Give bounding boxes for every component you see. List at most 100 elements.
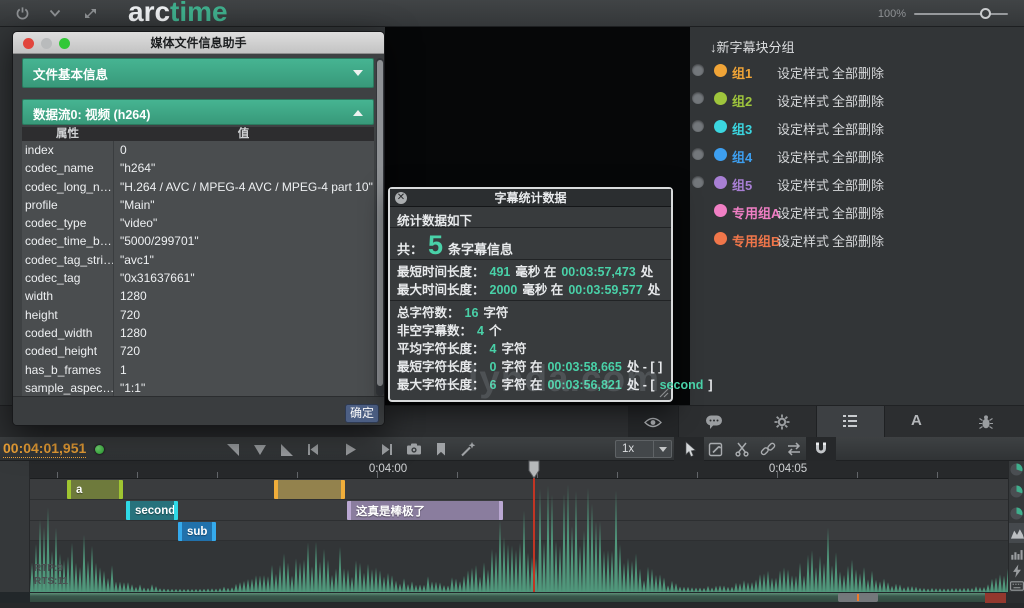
media-info-row[interactable]: codec_tag"0x31637661"	[22, 269, 374, 287]
media-info-row[interactable]: profile"Main"	[22, 196, 374, 214]
select-tool-button[interactable]	[674, 437, 704, 461]
tab-comments[interactable]	[705, 414, 723, 430]
close-traffic-light[interactable]	[23, 38, 34, 49]
delete-all-button[interactable]: 全部删除	[832, 119, 884, 138]
group-radio-button[interactable]	[692, 64, 704, 76]
set-style-button[interactable]: 设定样式	[777, 63, 829, 82]
set-style-button[interactable]: 设定样式	[777, 231, 829, 250]
scrollbar-thumb[interactable]	[377, 60, 383, 386]
playhead-marker[interactable]	[528, 460, 540, 479]
property-cell: codec_name	[22, 159, 113, 177]
zoom-slider[interactable]	[914, 13, 1008, 15]
scrollbar-thumb[interactable]	[838, 593, 878, 602]
subtitle-block[interactable]: second	[126, 501, 178, 520]
chevron-down-icon[interactable]	[49, 9, 61, 18]
media-info-row[interactable]: has_b_frames1	[22, 361, 374, 379]
bookmark-button[interactable]	[433, 441, 449, 457]
delete-all-button[interactable]: 全部删除	[832, 231, 884, 250]
delete-all-button[interactable]: 全部删除	[832, 63, 884, 82]
scissors-icon	[734, 441, 750, 457]
dialog-scrollbar[interactable]	[376, 58, 384, 396]
preview-visibility-tab[interactable]	[628, 406, 678, 438]
set-style-button[interactable]: 设定样式	[777, 175, 829, 194]
subtitle-block[interactable]: a	[67, 480, 123, 499]
subtitle-block[interactable]: 这真是棒极了	[347, 501, 503, 520]
spectrum-view-button[interactable]	[1010, 547, 1024, 561]
close-icon[interactable]: ✕	[395, 192, 407, 204]
media-info-row[interactable]: coded_height720	[22, 342, 374, 360]
quick-action-button[interactable]	[1010, 564, 1024, 578]
subtitle-block[interactable]: sub	[178, 522, 216, 541]
value-cell: "video"	[113, 214, 374, 232]
media-info-row[interactable]: index0	[22, 141, 374, 159]
skip-to-start-button[interactable]	[305, 441, 321, 457]
set-style-button[interactable]: 设定样式	[777, 147, 829, 166]
zoom-slider-handle[interactable]	[980, 8, 991, 19]
group-radio-button[interactable]	[692, 92, 704, 104]
mark-in-button[interactable]	[225, 441, 241, 457]
expand-icon[interactable]	[83, 6, 98, 21]
subtitle-block[interactable]	[274, 480, 345, 499]
playback-speed-dropdown[interactable]: 1x	[615, 440, 672, 458]
link-tool-button[interactable]	[760, 441, 776, 457]
delete-all-button[interactable]: 全部删除	[832, 175, 884, 194]
tab-font-style[interactable]: A	[911, 412, 922, 429]
group-radio-button[interactable]	[692, 148, 704, 160]
ok-button[interactable]: 确定	[345, 404, 379, 423]
file-info-section-header[interactable]: 文件基本信息	[22, 58, 374, 88]
cut-tool-button[interactable]	[734, 441, 750, 457]
scrollbar-end-marker	[985, 593, 1006, 603]
keyboard-icon	[1010, 581, 1024, 591]
table-header: 属性 值	[22, 127, 374, 141]
media-info-row[interactable]: codec_tag_stri…"avc1"	[22, 251, 374, 269]
property-cell: profile	[22, 196, 113, 214]
stat-segment: 16	[465, 306, 479, 320]
timeline-scrollbar[interactable]	[0, 592, 1024, 603]
set-style-button[interactable]: 设定样式	[777, 203, 829, 222]
magnet-snap-button[interactable]	[806, 437, 836, 461]
media-info-row[interactable]: codec_name"h264"	[22, 159, 374, 177]
tab-subtitle-list[interactable]	[842, 414, 858, 428]
current-timecode[interactable]: 00:04:01,951	[3, 440, 86, 458]
power-icon[interactable]	[15, 6, 30, 21]
media-info-row[interactable]: sample_aspec…"1:1"	[22, 379, 374, 396]
swap-tool-button[interactable]	[786, 441, 802, 457]
tab-debug[interactable]	[978, 414, 994, 430]
value-cell: "0x31637661"	[113, 269, 374, 287]
media-info-row[interactable]: coded_width1280	[22, 324, 374, 342]
media-info-table[interactable]: index0codec_name"h264"codec_long_n…"H.26…	[22, 141, 374, 396]
stream-section-header[interactable]: 数据流0: 视频 (h264)	[22, 99, 374, 125]
media-info-row[interactable]: height720	[22, 306, 374, 324]
track2-volume-knob[interactable]	[1010, 485, 1023, 498]
keyboard-shortcuts-button[interactable]	[1010, 581, 1024, 591]
edit-tool-button[interactable]	[708, 441, 724, 457]
mark-out-button[interactable]	[279, 441, 295, 457]
delete-all-button[interactable]: 全部删除	[832, 203, 884, 222]
dropdown-arrow-icon[interactable]	[653, 441, 671, 457]
dialog-titlebar[interactable]: 媒体文件信息助手	[13, 32, 384, 54]
minimize-traffic-light[interactable]	[41, 38, 52, 49]
maximize-traffic-light[interactable]	[59, 38, 70, 49]
media-info-row[interactable]: codec_long_n…"H.264 / AVC / MPEG-4 AVC /…	[22, 178, 374, 196]
dialog-titlebar[interactable]: ✕ 字幕统计数据	[390, 189, 671, 207]
property-cell: codec_tag	[22, 269, 113, 287]
magic-wand-button[interactable]	[460, 441, 476, 457]
track1-volume-knob[interactable]	[1010, 463, 1023, 476]
media-info-row[interactable]: codec_type"video"	[22, 214, 374, 232]
set-style-button[interactable]: 设定样式	[777, 119, 829, 138]
play-button[interactable]	[342, 441, 358, 457]
track3-volume-knob[interactable]	[1010, 507, 1023, 520]
tab-settings[interactable]	[774, 414, 790, 430]
set-style-button[interactable]: 设定样式	[777, 91, 829, 110]
snapshot-button[interactable]	[406, 441, 422, 457]
group-radio-button[interactable]	[692, 120, 704, 132]
media-info-row[interactable]: width1280	[22, 287, 374, 305]
skip-to-end-button[interactable]	[379, 441, 395, 457]
media-info-row[interactable]: codec_time_b…"5000/299701"	[22, 232, 374, 250]
delete-all-button[interactable]: 全部删除	[832, 91, 884, 110]
delete-all-button[interactable]: 全部删除	[832, 147, 884, 166]
group-radio-button[interactable]	[692, 176, 704, 188]
drop-subtitle-button[interactable]	[252, 441, 268, 457]
waveform-view-button[interactable]	[1009, 523, 1024, 543]
property-column-header: 属性	[22, 127, 113, 141]
